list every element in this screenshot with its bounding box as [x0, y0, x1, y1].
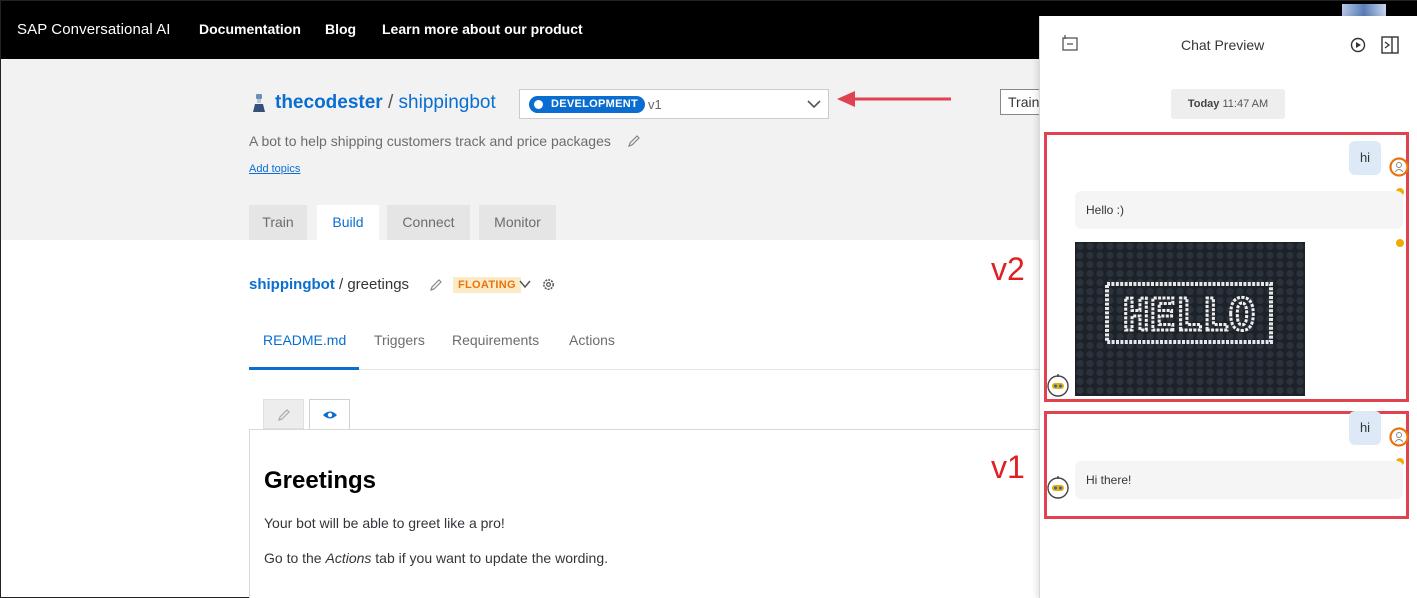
skill-type-badge: FLOATING [453, 277, 521, 293]
nav-learn-more-link[interactable]: Learn more about our product [382, 21, 583, 37]
brand-logo[interactable]: SAP Conversational AI [17, 21, 171, 38]
eye-icon [323, 411, 337, 419]
bot-owner-link[interactable]: thecodester [275, 92, 383, 113]
skill-type-chevron-icon[interactable] [518, 277, 532, 291]
skill-name: greetings [347, 276, 410, 293]
readme-line-1: Your bot will be able to greet like a pr… [264, 515, 505, 531]
nav-blog-link[interactable]: Blog [325, 21, 356, 37]
tab-connect[interactable]: Connect [387, 205, 470, 240]
bot-message: Hi there! [1075, 461, 1403, 499]
date-time: 11:47 AM [1222, 98, 1269, 110]
bot-name-link[interactable]: shippingbot [399, 92, 496, 113]
tab-train[interactable]: Train [249, 205, 307, 240]
pencil-icon [278, 409, 290, 421]
preview-mode-tab[interactable] [309, 399, 350, 430]
tab-build[interactable]: Build [317, 205, 379, 240]
owner-avatar-icon [253, 94, 265, 112]
tab-readme[interactable]: README.md [263, 332, 346, 348]
chat-preview-title: Chat Preview [1181, 37, 1265, 53]
gear-icon[interactable] [541, 277, 556, 292]
chevron-down-icon [807, 100, 821, 109]
tab-monitor[interactable]: Monitor [479, 205, 556, 240]
info-dot [1396, 239, 1404, 247]
bot-message: Hello :) [1075, 191, 1403, 229]
clear-chat-icon[interactable] [1061, 34, 1079, 52]
annotation-label-v2: v2 [991, 251, 1025, 287]
user-avatar-icon [1389, 157, 1409, 177]
readme-title: Greetings [264, 467, 377, 494]
date-separator: Today 11:47 AM [1171, 89, 1285, 119]
environment-badge: DEVELOPMENT [529, 96, 646, 113]
version-select[interactable]: DEVELOPMENT v1 [519, 89, 829, 119]
hello-image-text: HELLO [1123, 290, 1255, 341]
annotation-label-v1: v1 [991, 449, 1025, 485]
user-message: hi [1349, 141, 1381, 175]
bot-description: A bot to help shipping customers track a… [249, 133, 611, 149]
tab-triggers[interactable]: Triggers [374, 332, 425, 348]
user-message: hi [1349, 411, 1381, 445]
edit-skill-pencil-icon[interactable] [429, 278, 443, 292]
user-avatar-icon [1389, 427, 1409, 447]
title-separator: / [387, 92, 394, 113]
version-value: v1 [648, 97, 662, 112]
readme-preview [249, 429, 1041, 598]
date-day: Today [1187, 98, 1220, 110]
tab-actions[interactable]: Actions [569, 332, 615, 348]
bot-title: thecodester / shippingbot [275, 92, 496, 114]
collapse-panel-icon[interactable] [1381, 36, 1399, 54]
skill-separator: / [338, 276, 344, 293]
edit-mode-tab[interactable] [263, 399, 304, 429]
replay-icon[interactable] [1349, 36, 1367, 54]
add-topics-link[interactable]: Add topics [249, 163, 300, 175]
tab-requirements[interactable]: Requirements [452, 332, 539, 348]
bot-avatar-icon [1047, 374, 1069, 397]
subtab-divider [249, 369, 1041, 370]
bot-avatar-icon [1047, 476, 1069, 499]
edit-description-pencil-icon[interactable] [627, 134, 641, 148]
active-tab-indicator [249, 367, 359, 370]
annotation-arrow-icon [837, 91, 951, 107]
nav-documentation-link[interactable]: Documentation [199, 21, 301, 37]
background-thumbnail [1342, 4, 1386, 16]
skill-bot-link[interactable]: shippingbot [249, 276, 335, 293]
skill-breadcrumb: shippingbot / greetings [249, 276, 409, 293]
readme-line-2: Go to the Actions tab if you want to upd… [264, 550, 609, 566]
hello-image: HELLO [1075, 242, 1305, 396]
